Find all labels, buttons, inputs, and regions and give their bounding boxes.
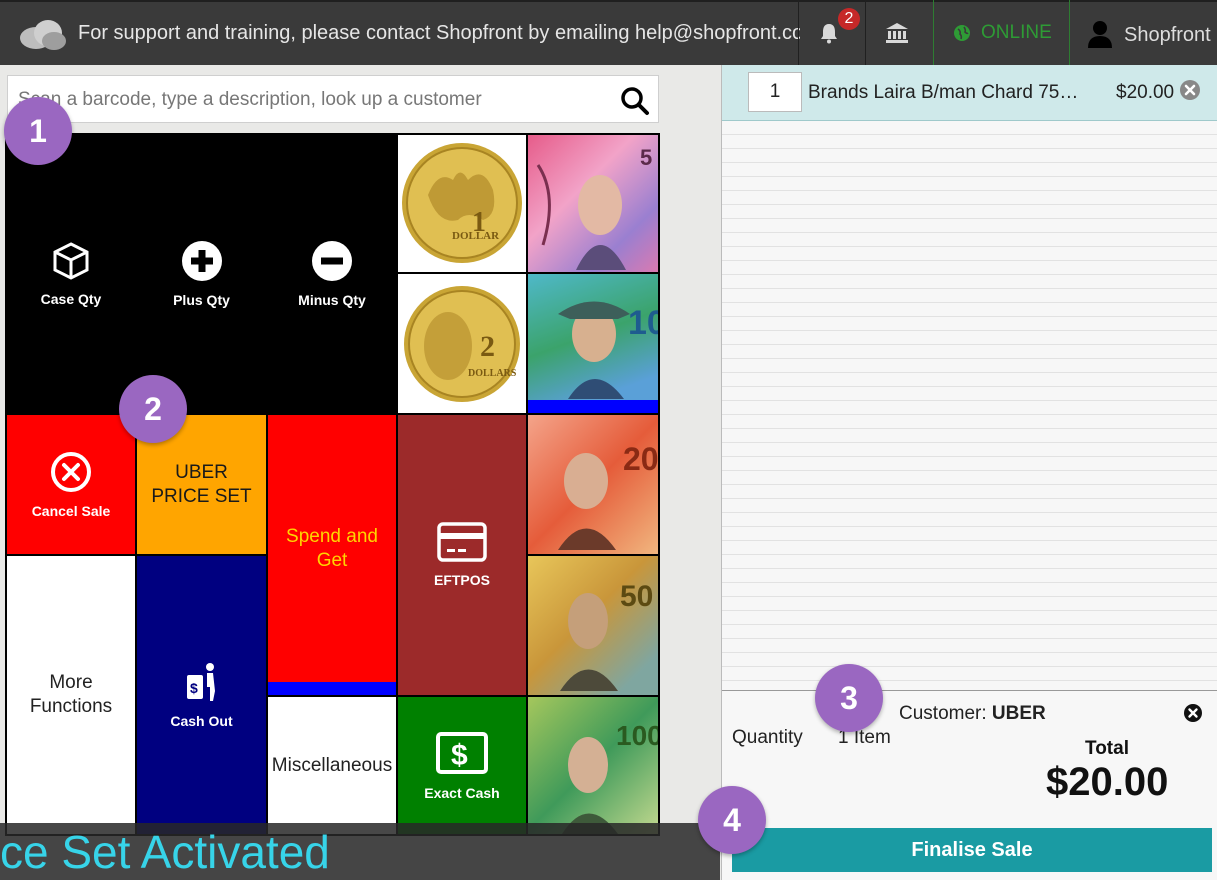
note-5-text: 5	[640, 145, 652, 170]
remove-customer-icon[interactable]	[1184, 704, 1202, 722]
shopfront-logo-icon	[20, 20, 66, 50]
cash-out-icon: $	[186, 663, 215, 701]
cash-out-button[interactable]: $ Cash Out	[137, 556, 266, 834]
note-100-text: 100	[616, 720, 658, 751]
note-50-text: 50	[620, 580, 653, 613]
line-item-price: $20.00	[1116, 82, 1175, 103]
hundred-dollar-note-icon: 100	[562, 720, 658, 834]
step-marker-4: 4	[698, 786, 766, 854]
coin1-text: DOLLAR	[452, 230, 500, 242]
twenty-dollar-note-icon: 20	[558, 441, 658, 550]
eftpos-label: EFTPOS	[433, 572, 490, 588]
exact-cash-label: Exact Cash	[424, 784, 500, 801]
search-icon[interactable]	[620, 86, 650, 116]
case-qty-button[interactable]: Case Qty	[7, 135, 135, 413]
ten-dollar-note-icon: 10	[528, 301, 658, 413]
plus-qty-label: Plus Qty	[173, 292, 230, 308]
line-item-description: Brands Laira B/man Chard 75…	[808, 82, 1079, 103]
twenty-dollar-note-button[interactable]: 20	[528, 415, 658, 554]
plus-qty-button[interactable]: Plus Qty	[137, 135, 266, 413]
bell-icon	[821, 24, 837, 44]
minus-qty-button[interactable]: Minus Qty	[268, 135, 396, 413]
svg-text:$: $	[190, 680, 198, 696]
plus-circle-icon	[181, 241, 222, 281]
customer-info: Customer: UBER	[899, 703, 1046, 725]
two-dollar-coin-button[interactable]: 2 DOLLARS	[398, 274, 526, 413]
step-marker-2: 2	[119, 375, 187, 443]
spend-and-get-button[interactable]: Spend and Get	[268, 415, 396, 695]
hundred-dollar-note-button[interactable]: 100	[528, 697, 658, 834]
cash-icon: $	[436, 731, 488, 774]
bank-icon	[886, 23, 908, 43]
quantity-label: Quantity	[732, 727, 803, 748]
total-value: $20.00	[1046, 760, 1169, 804]
search-input[interactable]	[18, 86, 608, 114]
five-dollar-note-button[interactable]: 5	[528, 135, 658, 272]
miscellaneous-label: Miscellaneous	[271, 754, 393, 776]
one-dollar-coin-button[interactable]: 1 DOLLAR	[398, 135, 526, 272]
line-quantity-input[interactable]: 1	[748, 72, 802, 112]
two-dollar-coin-icon: 2 DOLLARS	[404, 286, 520, 402]
user-icon	[1088, 21, 1112, 48]
cancel-sale-button[interactable]: Cancel Sale	[7, 415, 135, 554]
cash-out-label: Cash Out	[170, 713, 233, 729]
miscellaneous-button[interactable]: Miscellaneous	[268, 697, 396, 834]
exact-cash-button[interactable]: $ Exact Cash	[398, 697, 526, 834]
cancel-circle-icon	[51, 451, 91, 492]
step-marker-3: 3	[815, 664, 883, 732]
step-marker-1: 1	[4, 97, 72, 165]
spend-and-get-label: Spend and Get	[286, 525, 378, 571]
case-qty-label: Case Qty	[40, 291, 102, 307]
fifty-dollar-note-icon: 50	[560, 580, 653, 691]
coin2-text: DOLLARS	[468, 368, 517, 379]
uber-price-set-label: UBER PRICE SET	[151, 461, 252, 507]
user-name: Shopfront	[1124, 24, 1211, 46]
minus-circle-icon	[312, 241, 352, 281]
five-dollar-note-icon: 5	[536, 145, 652, 270]
note-20-text: 20	[623, 441, 658, 477]
more-functions-button[interactable]: More Functions	[7, 556, 135, 834]
finalise-sale-button[interactable]: Finalise Sale	[732, 828, 1212, 872]
note-10-text: 10	[628, 304, 658, 342]
svg-text:2: 2	[480, 330, 495, 363]
search-bar	[7, 75, 659, 123]
fifty-dollar-note-button[interactable]: 50	[528, 556, 658, 695]
one-dollar-coin-icon: 1 DOLLAR	[402, 143, 522, 263]
box-icon	[53, 242, 89, 280]
online-status-label: ONLINE	[981, 22, 1052, 43]
remove-item-icon[interactable]	[1180, 80, 1200, 100]
svg-text:$: $	[451, 739, 468, 772]
credit-card-icon	[437, 522, 487, 562]
register-button[interactable]	[866, 0, 932, 65]
ten-dollar-note-button[interactable]: 10	[528, 274, 658, 413]
cancel-sale-label: Cancel Sale	[31, 502, 111, 519]
minus-qty-label: Minus Qty	[298, 292, 366, 308]
notification-badge: 2	[838, 8, 860, 30]
globe-icon	[954, 25, 970, 41]
more-functions-label: More Functions	[29, 672, 113, 717]
support-message: For support and training, please contact…	[78, 22, 800, 44]
eftpos-button[interactable]: EFTPOS	[398, 415, 526, 695]
customer-name: UBER	[991, 703, 1046, 724]
customer-label: Customer:	[899, 703, 987, 724]
total-label: Total	[1085, 738, 1129, 759]
banner-text: ce Set Activated	[0, 826, 330, 878]
